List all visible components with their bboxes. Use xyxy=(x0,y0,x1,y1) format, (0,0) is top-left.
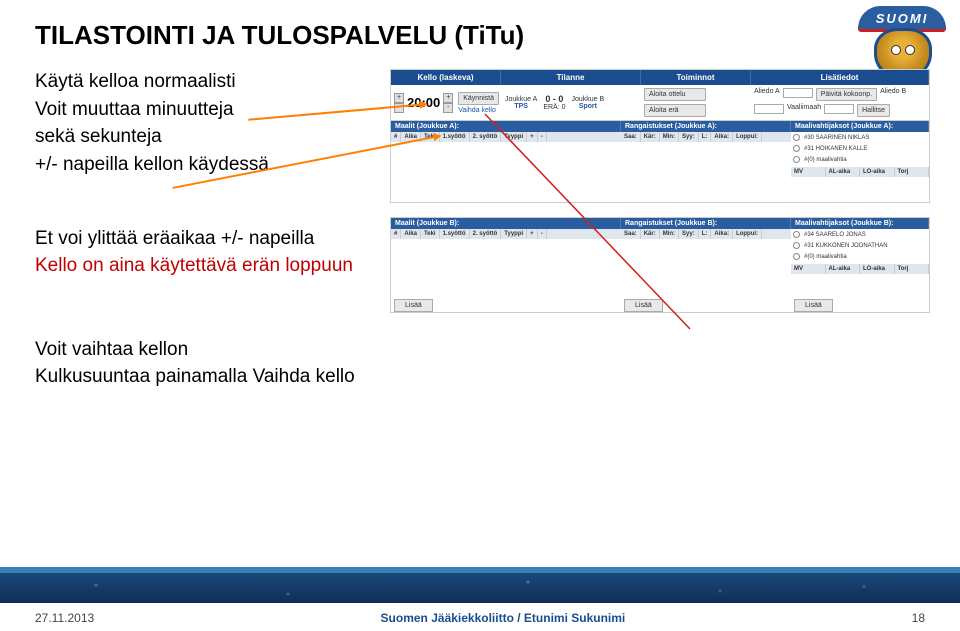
bullet-4: Et voi ylittää eräaikaa +/- napeilla xyxy=(35,226,380,252)
bullet-column: Käytä kelloa normaalisti Voit muuttaa mi… xyxy=(35,69,380,392)
footer-date: 27.11.2013 xyxy=(35,611,94,625)
bullet-5: Kello on aina käytettävä erän loppuun xyxy=(35,253,380,279)
page-title: TILASTOINTI JA TULOSPALVELU (TiTu) xyxy=(35,20,930,51)
footer-page: 18 xyxy=(912,611,925,625)
footer-bar xyxy=(0,573,960,603)
footer-center: Suomen Jääkiekkoliitto / Etunimi Sukunim… xyxy=(381,611,626,625)
bullet-6: Voit vaihtaa kellon xyxy=(35,337,380,363)
bullet-3a: sekä sekunteja xyxy=(35,126,162,147)
bullet-2: Voit muuttaa minuutteja xyxy=(35,97,380,123)
red-annotation-line xyxy=(390,69,930,409)
bullet-7: Kulkusuuntaa painamalla Vaihda kello xyxy=(35,364,380,390)
bullet-1: Käytä kelloa normaalisti xyxy=(35,69,380,95)
